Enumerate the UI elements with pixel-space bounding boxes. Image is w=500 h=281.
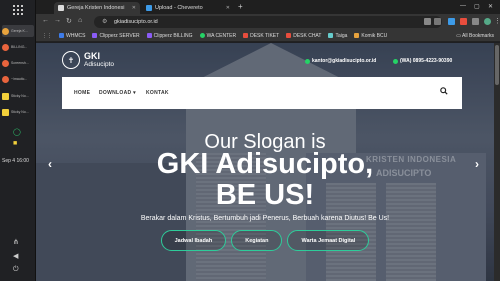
forward-icon[interactable]: → [54, 17, 61, 24]
app-grid-icon[interactable] [13, 5, 23, 15]
maximize-icon[interactable]: ▢ [474, 3, 480, 10]
bookmarks-bar: ⋮⋮ WHMCS Clipperz SERVER Clipperz BILLIN… [36, 30, 500, 42]
hero-title: GKI Adisucipto, [156, 148, 374, 180]
home-icon[interactable]: ⌂ [78, 17, 82, 24]
tab-bar: Gereja Kristen Indonesi ✕ Upload - Cheve… [36, 0, 500, 14]
taskbar-app-sticky-notes-1[interactable]: Sticky No... [2, 90, 34, 102]
logo-name: GKI [84, 50, 101, 61]
close-tab-icon[interactable]: ✕ [132, 5, 136, 11]
power-icon[interactable]: ⏻ [13, 266, 19, 274]
close-tab-icon[interactable]: ✕ [226, 5, 230, 11]
bookmark-komik-bcu[interactable]: Komik BCU [354, 33, 387, 39]
taskbar-app-sticky-notes-2[interactable]: Sticky No... [2, 106, 34, 118]
network-icon[interactable]: ⋔ [13, 238, 19, 246]
nav-home[interactable]: HOME [74, 90, 90, 96]
volume-icon[interactable]: ◀ [13, 252, 18, 260]
menu-icon[interactable]: ⋮ [494, 17, 500, 25]
hero-buttons: Jadwal Ibadah Kegiatan Warta Jemaat Digi… [36, 230, 494, 251]
minimize-icon[interactable]: — [460, 3, 466, 9]
nav-kontak[interactable]: KONTAK [146, 90, 169, 96]
web-page: KRISTEN INDONESIA ADISUCIPTO ✝ GKI Adisu… [36, 43, 494, 281]
apps-grid-icon[interactable]: ⋮⋮ [42, 33, 52, 39]
taskbar-app-firefox-screenshot[interactable]: Screensh... [2, 57, 34, 69]
kegiatan-button[interactable]: Kegiatan [231, 230, 283, 251]
taskbar-app-firefox-mautic[interactable]: ~/mautic... [2, 73, 34, 85]
bookmark-star-icon[interactable] [434, 18, 441, 25]
hero-subtitle: Berakar dalam Kristus, Bertumbuh jadi Pe… [140, 215, 390, 222]
taskbar-app-firefox-billing[interactable]: BILLING... [2, 41, 34, 53]
bookmark-clipperz-server[interactable]: Clipperz SERVER [92, 33, 140, 39]
all-bookmarks[interactable]: ▭ All Bookmarks [456, 33, 494, 39]
logo-subname: Adisucipto [84, 60, 114, 68]
site-favicon-icon [58, 5, 64, 11]
email-icon [305, 58, 310, 64]
scrollbar-thumb[interactable] [495, 45, 499, 85]
bookmark-desk-chat[interactable]: DESK CHAT [286, 33, 321, 39]
reload-icon[interactable]: ↻ [66, 17, 72, 25]
page-scrollbar[interactable] [494, 43, 500, 281]
new-tab-icon[interactable]: + [238, 2, 243, 11]
extension-icon[interactable] [460, 18, 467, 25]
warta-jemaat-button[interactable]: Warta Jemaat Digital [287, 230, 370, 251]
site-logo[interactable]: ✝ GKI Adisucipto [62, 51, 114, 69]
extensions-puzzle-icon[interactable] [472, 18, 479, 25]
tab-gereja[interactable]: Gereja Kristen Indonesi ✕ [54, 2, 140, 14]
taskbar-app-chrome[interactable]: Gereja K... [2, 25, 34, 37]
bookmark-wa-center[interactable]: WA CENTER [199, 33, 236, 39]
search-icon[interactable] [440, 87, 448, 95]
profile-avatar[interactable] [484, 18, 491, 25]
bookmark-desk-tiket[interactable]: DESK TIKET [243, 33, 279, 39]
taskbar: Gereja K... BILLING... Screensh... ~/mau… [0, 0, 36, 281]
clock[interactable]: Sep 4 16:00 [2, 158, 29, 164]
back-icon[interactable]: ← [42, 17, 49, 24]
hero-title-2: BE US! [215, 179, 315, 211]
bookmark-whmcs[interactable]: WHMCS [59, 33, 85, 39]
extension-icon[interactable] [448, 18, 455, 25]
chevereto-favicon-icon [146, 5, 152, 11]
tab-upload-chevereto[interactable]: Upload - Chevereto ✕ [142, 2, 234, 14]
church-logo-icon: ✝ [62, 51, 80, 69]
status-circle-icon[interactable]: ◯ [13, 128, 21, 136]
email-contact[interactable]: kantor@gkiadisucipto.or.id [305, 58, 376, 64]
bookmark-taiga[interactable]: Taiga [328, 33, 347, 39]
bookmark-clipperz-billing[interactable]: Clipperz BILLING [146, 33, 193, 39]
address-bar[interactable]: ⚙ gkiadisucipto.or.id [94, 16, 442, 28]
nav-download[interactable]: DOWNLOAD ▾ [99, 90, 136, 96]
site-navbar: HOME DOWNLOAD ▾ KONTAK [62, 77, 462, 109]
toolbar: ← → ↻ ⌂ ⚙ gkiadisucipto.or.id ⋮ [36, 14, 500, 30]
jadwal-ibadah-button[interactable]: Jadwal Ibadah [160, 230, 227, 251]
close-window-icon[interactable]: ✕ [488, 3, 493, 10]
note-icon[interactable]: ■ [13, 140, 17, 147]
site-info-icon[interactable]: ⚙ [102, 18, 107, 25]
phone-contact[interactable]: (WA) 0895-4223-90390 [393, 58, 452, 64]
translate-icon[interactable] [424, 18, 431, 25]
whatsapp-icon [393, 58, 398, 64]
